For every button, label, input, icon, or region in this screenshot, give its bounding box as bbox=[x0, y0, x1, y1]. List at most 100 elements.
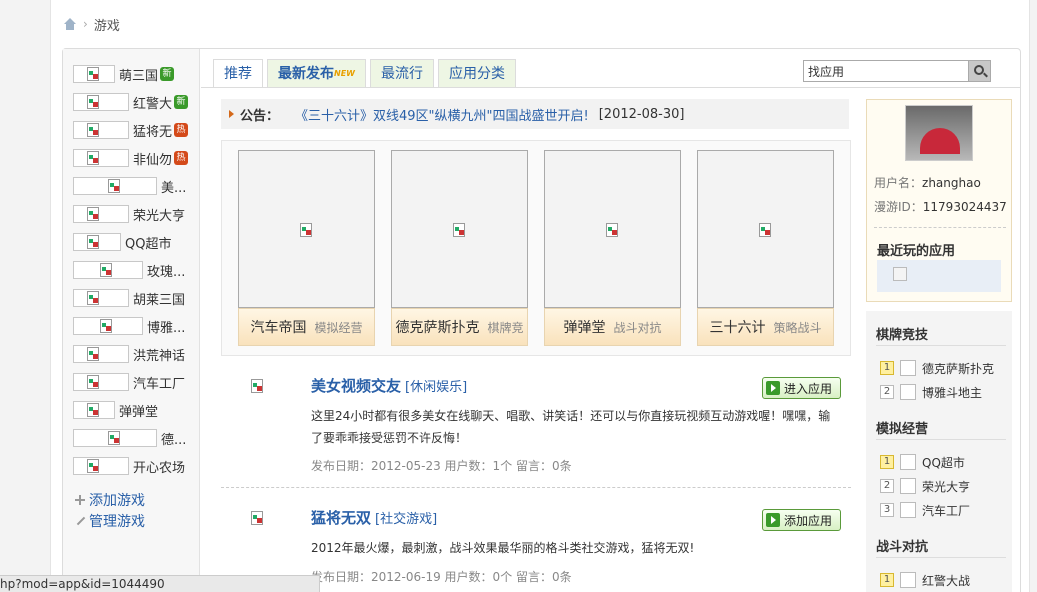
ranking-item-name: 荣光大亨 bbox=[922, 479, 971, 494]
app-title-link[interactable]: 猛将无双 bbox=[311, 509, 371, 527]
app-description: 2012年最火爆，最刺激，战斗效果最华丽的格斗类社交游戏，猛将无双! bbox=[311, 541, 695, 555]
app-thumbnail bbox=[900, 454, 916, 470]
tab-label: 推荐 bbox=[224, 66, 252, 82]
rank-number: 1 bbox=[880, 361, 894, 375]
plus-icon bbox=[75, 495, 85, 505]
tab-bar: 推荐 最新发布NEW 最流行 应用分类 bbox=[213, 59, 516, 88]
sidebar-game-item[interactable]: 猛将无热 bbox=[73, 119, 189, 141]
arrow-right-icon bbox=[766, 513, 780, 527]
user-id-label: 漫游ID： bbox=[874, 200, 923, 214]
featured-caption: 德克萨斯扑克 棋牌竞 bbox=[391, 308, 528, 346]
ranking-item[interactable]: 2 荣光大亨 bbox=[880, 477, 970, 495]
sidebar-game-item[interactable]: 美... bbox=[73, 175, 186, 197]
app-thumbnail bbox=[900, 572, 916, 588]
ranking-item[interactable]: 3 汽车工厂 bbox=[880, 501, 970, 519]
manage-game-link[interactable]: 管理游戏 bbox=[75, 511, 145, 531]
tab-popular[interactable]: 最流行 bbox=[369, 59, 434, 88]
featured-card[interactable]: 德克萨斯扑克 棋牌竞 bbox=[391, 150, 528, 347]
featured-image[interactable] bbox=[391, 150, 528, 308]
rank-number: 2 bbox=[880, 479, 894, 493]
sidebar-game-item[interactable]: 德... bbox=[73, 427, 186, 449]
app-icon[interactable] bbox=[251, 511, 263, 525]
sidebar-game-item[interactable]: 开心农场 bbox=[73, 455, 185, 477]
game-thumbnail bbox=[73, 93, 129, 111]
game-thumbnail bbox=[73, 345, 129, 363]
sidebar-game-item[interactable]: 玫瑰... bbox=[73, 259, 185, 281]
game-thumbnail bbox=[73, 177, 157, 195]
sidebar-game-item[interactable]: 胡莱三国 bbox=[73, 287, 185, 309]
rank-number: 1 bbox=[880, 455, 894, 469]
username-row: 用户名：zhanghao bbox=[874, 174, 981, 191]
featured-name[interactable]: 汽车帝国 bbox=[250, 317, 306, 337]
tab-latest[interactable]: 最新发布NEW bbox=[267, 59, 366, 88]
broken-image-icon bbox=[87, 123, 99, 137]
app-icon[interactable] bbox=[251, 379, 263, 393]
rankings-panel: 棋牌竞技 1 德克萨斯扑克 2 博雅斗地主 模拟经营 1 QQ超市 2 荣光大亨 3 汽车… bbox=[866, 311, 1012, 592]
sidebar-game-name: 弹弹堂 bbox=[119, 404, 159, 420]
broken-image-icon bbox=[87, 207, 99, 221]
featured-name[interactable]: 三十六计 bbox=[709, 317, 765, 337]
ranking-item[interactable]: 1 德克萨斯扑克 bbox=[880, 359, 994, 377]
sidebar-game-item[interactable]: QQ超市 bbox=[73, 231, 171, 253]
sidebar-game-item[interactable]: 萌三国新 bbox=[73, 63, 175, 85]
ranking-item[interactable]: 1 QQ超市 bbox=[880, 453, 965, 471]
announcement-link[interactable]: 《三十六计》双线49区"纵横九州"四国战盛世开启! bbox=[295, 105, 589, 124]
featured-image[interactable] bbox=[697, 150, 834, 308]
broken-image-icon bbox=[100, 263, 112, 277]
tab-recommend[interactable]: 推荐 bbox=[213, 59, 263, 88]
avatar[interactable] bbox=[905, 105, 973, 161]
recent-apps-title: 最近玩的应用 bbox=[877, 244, 956, 259]
sidebar-game-item[interactable]: 汽车工厂 bbox=[73, 371, 185, 393]
sidebar-game-item[interactable]: 弹弹堂 bbox=[73, 399, 158, 421]
ranking-category-title: 模拟经营 bbox=[876, 422, 929, 437]
app-category[interactable]: [休闲娱乐] bbox=[405, 380, 467, 395]
sidebar-game-name: 红警大 bbox=[133, 96, 173, 112]
wrench-icon bbox=[75, 516, 85, 526]
featured-card[interactable]: 三十六计 策略战斗 bbox=[697, 150, 834, 347]
divider bbox=[221, 487, 851, 488]
rank-number: 2 bbox=[880, 385, 894, 399]
app-category[interactable]: [社交游戏] bbox=[375, 512, 437, 527]
enter-app-button[interactable]: 进入应用 bbox=[762, 377, 842, 399]
sidebar-game-item[interactable]: 洪荒神话 bbox=[73, 343, 185, 365]
search-input[interactable] bbox=[804, 61, 968, 81]
app-title-link[interactable]: 美女视频交友 bbox=[311, 377, 401, 395]
featured-name[interactable]: 弹弹堂 bbox=[563, 317, 605, 337]
game-thumbnail bbox=[73, 429, 157, 447]
divider bbox=[876, 439, 1006, 440]
sidebar-game-item[interactable]: 博雅... bbox=[73, 315, 185, 337]
home-icon[interactable] bbox=[63, 17, 77, 31]
app-title: 猛将无双 [社交游戏] bbox=[311, 507, 437, 528]
main-panel: 萌三国新 红警大新 猛将无热 非仙勿热 美... 荣光大亨 QQ超市 玫瑰...… bbox=[62, 48, 1021, 592]
add-game-link[interactable]: 添加游戏 bbox=[75, 490, 145, 510]
search-button[interactable] bbox=[968, 61, 990, 81]
featured-card[interactable]: 汽车帝国 模拟经营 bbox=[238, 150, 375, 347]
broken-image-icon bbox=[87, 459, 99, 473]
add-app-button[interactable]: 添加应用 bbox=[762, 509, 842, 531]
broken-image-icon bbox=[108, 431, 120, 445]
recent-app-slot[interactable] bbox=[893, 267, 907, 281]
divider bbox=[876, 345, 1006, 346]
featured-image[interactable] bbox=[238, 150, 375, 308]
featured-card[interactable]: 弹弹堂 战斗对抗 bbox=[544, 150, 681, 347]
broken-image-icon bbox=[87, 375, 99, 389]
ranking-item[interactable]: 2 博雅斗地主 bbox=[880, 383, 982, 401]
button-label: 添加应用 bbox=[784, 513, 833, 528]
featured-name[interactable]: 德克萨斯扑克 bbox=[395, 317, 479, 337]
broken-image-icon bbox=[606, 223, 618, 237]
tab-categories[interactable]: 应用分类 bbox=[437, 59, 516, 88]
username-label: 用户名： bbox=[874, 176, 923, 190]
divider bbox=[874, 227, 1006, 228]
sidebar-game-item[interactable]: 红警大新 bbox=[73, 91, 189, 113]
sidebar-game-name: 荣光大亨 bbox=[133, 208, 186, 224]
hot-badge: 热 bbox=[174, 123, 189, 137]
breadcrumb-current[interactable]: 游戏 bbox=[94, 15, 120, 34]
featured-image[interactable] bbox=[544, 150, 681, 308]
sidebar-game-item[interactable]: 荣光大亨 bbox=[73, 203, 185, 225]
sidebar-game-item[interactable]: 非仙勿热 bbox=[73, 147, 189, 169]
button-label: 进入应用 bbox=[784, 381, 833, 396]
game-thumbnail bbox=[73, 149, 129, 167]
new-badge: 新 bbox=[174, 95, 189, 109]
search-icon bbox=[974, 65, 984, 75]
ranking-item[interactable]: 1 红警大战 bbox=[880, 571, 970, 589]
